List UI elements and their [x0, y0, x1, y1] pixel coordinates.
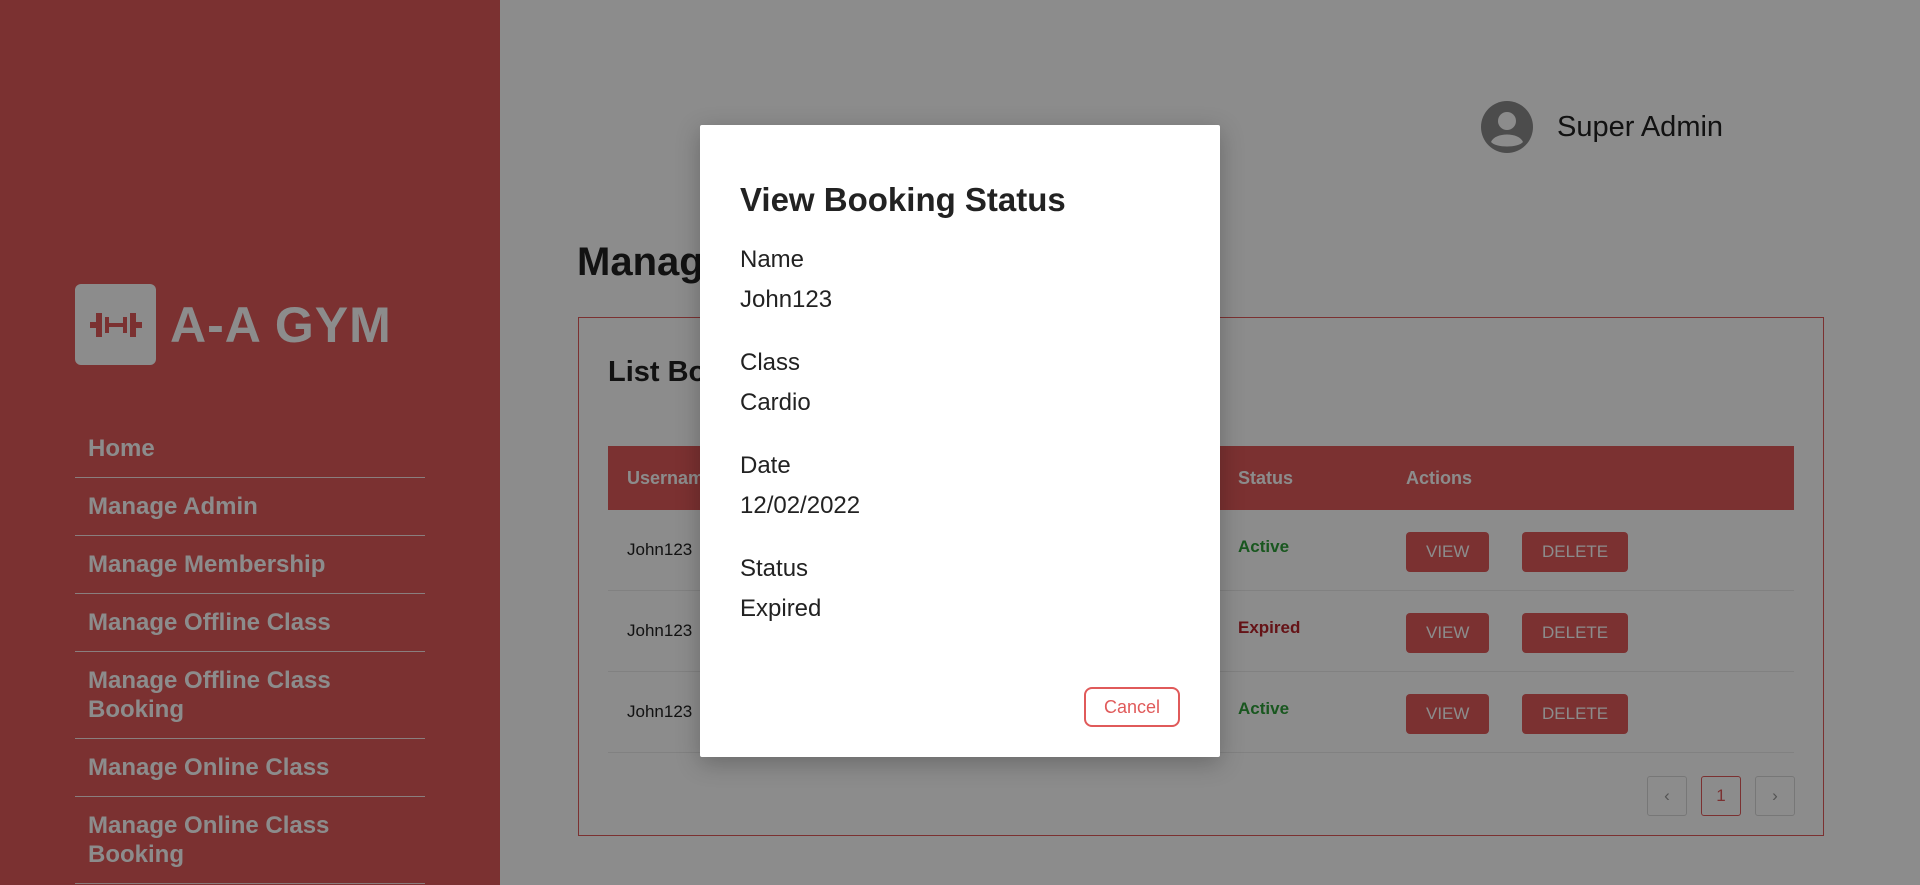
cancel-button[interactable]: Cancel — [1084, 687, 1180, 727]
field-value: Cardio — [740, 389, 811, 416]
view-booking-modal: View Booking Status Name John123 Class C… — [700, 125, 1220, 757]
field-label: Class — [740, 349, 801, 376]
field-label: Date — [740, 452, 791, 479]
field-value: Expired — [740, 595, 822, 622]
field-label: Name — [740, 246, 805, 273]
field-label: Status — [740, 555, 809, 582]
field-status: Status Expired — [740, 554, 821, 624]
field-class: Class Cardio — [740, 348, 811, 418]
field-value: 12/02/2022 — [740, 492, 861, 519]
modal-title: View Booking Status — [740, 181, 1066, 218]
field-date: Date 12/02/2022 — [740, 451, 860, 521]
field-name: Name John123 — [740, 245, 832, 315]
field-value: John123 — [740, 286, 833, 313]
